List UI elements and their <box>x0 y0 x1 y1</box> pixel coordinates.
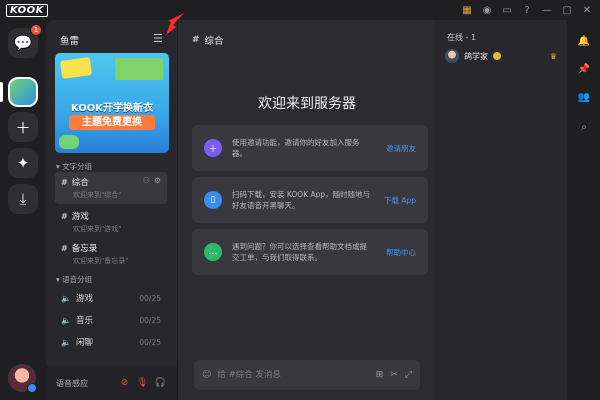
message-input[interactable] <box>217 370 358 380</box>
channel-item-zonghe[interactable]: # 综合 欢迎来到"综合" ⚇ ⚙ <box>55 172 167 204</box>
vip-badge-icon <box>493 52 501 60</box>
speaker-icon: 🔈 <box>61 337 71 347</box>
help-chat-icon: … <box>204 243 222 261</box>
add-member-icon[interactable]: ⚇ <box>143 176 150 185</box>
active-server-indicator <box>0 82 3 102</box>
voice-channel-xianliao[interactable]: 🔈 闲聊 00/25 <box>55 336 167 349</box>
invite-icon: ＋ <box>204 139 222 157</box>
direct-messages-button[interactable]: 💬 1 <box>8 24 42 58</box>
help-center-link[interactable]: 帮助中心 <box>386 247 416 258</box>
message-composer: ☺ ⊞ ✂ ⤢ <box>194 360 420 390</box>
phone-icon: ▯ <box>204 191 222 209</box>
speaker-icon: 🔈 <box>61 315 71 325</box>
expand-icon[interactable]: ⤢ <box>405 370 412 380</box>
channel-sidebar: 鱼雷 ☰ KOOK开学换新衣 主题免费更换 ▾ 文字分组 # 综合 欢迎来到"综合… <box>46 13 184 400</box>
unread-badge: 1 <box>30 24 42 36</box>
download-app-card: ▯ 扫码下载，安装 KOOK App，随时随地与好友语音开黑聊天。 下载 App <box>192 177 428 223</box>
gear-icon[interactable]: ⚙ <box>154 176 161 185</box>
server-icon-yulei[interactable] <box>8 77 38 107</box>
invite-card: ＋ 使用邀请功能，邀请你的好友加入服务器。 邀请朋友 <box>192 125 428 171</box>
add-server-button[interactable]: ＋ <box>8 112 38 142</box>
bell-icon[interactable]: 🔔 <box>577 34 591 48</box>
member-list: 在线 - 1 鸽学家 ♛ <box>435 20 567 400</box>
hash-icon: # <box>61 243 68 253</box>
voice-control-bar: 语音感应 ⊘ 🎙 🎧 <box>46 366 177 400</box>
banner-leaf-icon <box>59 135 79 149</box>
minimize-icon[interactable]: — <box>540 3 554 17</box>
scissors-icon[interactable]: ✂ <box>390 370 398 380</box>
server-rail: 💬 1 ＋ ✦ ⤓ <box>0 20 46 400</box>
add-attachment-icon[interactable]: ⊞ <box>376 370 384 380</box>
microphone-icon[interactable]: 🎙 <box>136 377 149 390</box>
download-button[interactable]: ⤓ <box>8 184 38 214</box>
download-app-link[interactable]: 下载 App <box>384 195 416 206</box>
banner-book-icon <box>115 58 163 80</box>
server-menu-icon[interactable]: ☰ <box>153 32 163 45</box>
shop-icon[interactable]: ▦ <box>460 3 474 17</box>
kook-logo: KOOK <box>6 4 48 17</box>
channel-item-beiwanglu[interactable]: # 备忘录 欢迎来到"备忘录" <box>55 238 167 270</box>
voice-mode-label: 语音感应 <box>56 378 88 388</box>
close-icon[interactable]: ✕ <box>580 3 594 17</box>
online-status-icon <box>27 383 37 393</box>
user-avatar[interactable] <box>8 364 37 393</box>
camera-icon[interactable]: ◉ <box>480 3 494 17</box>
channel-header: # 综合 <box>192 33 224 47</box>
banner-tag-icon <box>59 56 93 80</box>
download-icon: ⤓ <box>19 190 27 208</box>
category-text[interactable]: ▾ 文字分组 <box>56 161 92 172</box>
online-count: 在线 - 1 <box>447 33 477 42</box>
chat-bubble-icon: 💬 <box>13 34 33 52</box>
members-icon[interactable]: 👥 <box>577 90 591 104</box>
speaker-icon: 🔈 <box>61 293 71 303</box>
emoji-icon[interactable]: ☺ <box>202 370 211 380</box>
mic-off-icon[interactable]: ⊘ <box>118 377 131 390</box>
search-icon[interactable]: ⌕ <box>577 120 591 134</box>
discover-button[interactable]: ✦ <box>8 148 38 178</box>
hash-icon: # <box>192 35 200 45</box>
help-card: … 遇到问题？你可以选择查看帮助文档或提交工单，与我们取得联系。 帮助中心 <box>192 229 428 275</box>
server-name: 鱼雷 <box>60 36 80 47</box>
banner-line-1: KOOK开学换新衣 <box>70 103 154 114</box>
headphones-icon[interactable]: 🎧 <box>154 377 167 390</box>
member-avatar <box>445 49 459 63</box>
welcome-heading: 欢迎来到服务器 <box>258 96 356 112</box>
title-bar: KOOK ▦ ◉ ▭? — ▢ ✕ <box>0 0 600 20</box>
sparkle-icon: ✦ <box>16 154 30 172</box>
pin-icon[interactable]: 📌 <box>577 62 591 76</box>
voice-channel-youxi[interactable]: 🔈 游戏 00/25 <box>55 292 167 305</box>
maximize-icon[interactable]: ▢ <box>560 3 574 17</box>
plus-icon: ＋ <box>15 118 31 137</box>
channel-title: 综合 <box>204 36 224 47</box>
crown-icon: ♛ <box>549 51 557 61</box>
help-icon[interactable]: ? <box>520 3 534 17</box>
server-banner[interactable]: KOOK开学换新衣 主题免费更换 <box>55 53 169 153</box>
channel-item-youxi[interactable]: # 游戏 欢迎来到"游戏" <box>55 206 167 238</box>
member-item[interactable]: 鸽学家 ♛ <box>445 49 557 63</box>
invite-friends-link[interactable]: 邀请朋友 <box>386 143 416 154</box>
voice-channel-yinyue[interactable]: 🔈 音乐 00/25 <box>55 314 167 327</box>
right-tool-strip: 🔔 📌 👥 ⌕ <box>567 20 600 400</box>
category-voice[interactable]: ▾ 语音分组 <box>56 274 92 285</box>
titlebar-controls: ▦ ◉ ▭? — ▢ ✕ <box>460 3 594 17</box>
main-panel: # 综合 欢迎来到服务器 ＋ 使用邀请功能，邀请你的好友加入服务器。 邀请朋友 … <box>177 20 435 400</box>
hash-icon: # <box>61 211 68 221</box>
banner-line-2: 主题免费更换 <box>69 115 155 130</box>
folder-icon[interactable]: ▭ <box>500 3 514 17</box>
hash-icon: # <box>61 177 68 187</box>
